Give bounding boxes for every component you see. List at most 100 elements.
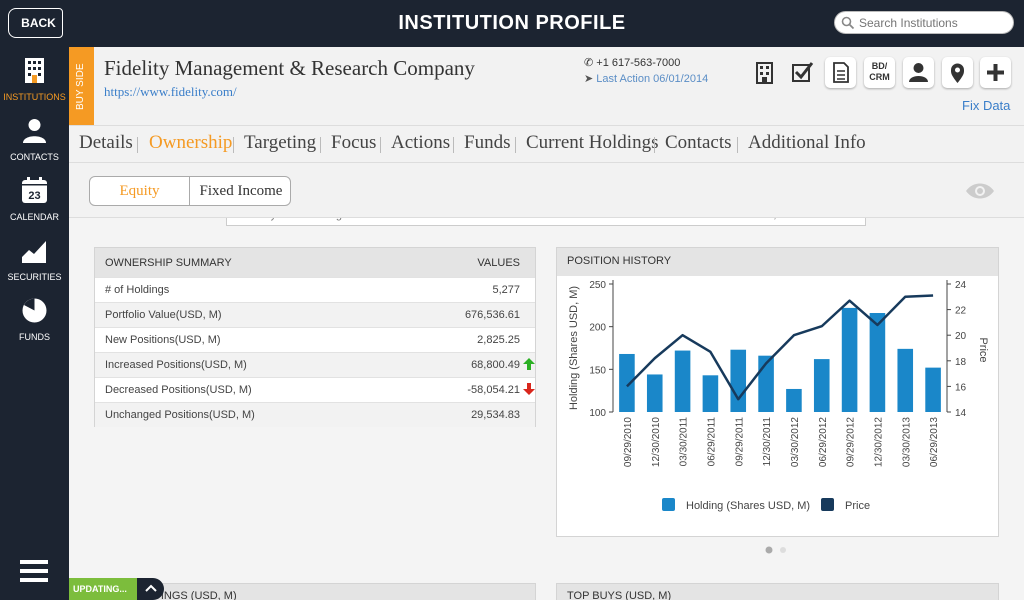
sidebar-item-label: INSTITUTIONS — [3, 92, 66, 102]
bd-crm-button[interactable]: BD/ CRM — [864, 57, 895, 88]
row-label: Increased Positions(USD, M) — [105, 359, 247, 371]
office-building-icon[interactable] — [749, 57, 780, 88]
building-icon — [25, 58, 44, 83]
contacts-group-icon[interactable] — [903, 57, 934, 88]
sidebar-item-institutions[interactable]: INSTITUTIONS — [0, 50, 69, 108]
y-tick-label-left: 100 — [589, 408, 606, 419]
sidebar-item-label: FUNDS — [19, 332, 50, 342]
holding-bar — [674, 350, 691, 412]
tab-divider — [737, 137, 738, 153]
tab-ownership[interactable]: Ownership — [149, 132, 232, 154]
calendar-day: 23 — [28, 190, 40, 202]
tab-divider — [515, 137, 516, 153]
legend-swatch-holding — [662, 498, 675, 511]
x-tick-label: 12/30/2010 — [651, 417, 662, 467]
back-button[interactable]: BACK — [8, 8, 63, 38]
tab-additional-info[interactable]: Additional Info — [748, 132, 866, 154]
tab-divider — [137, 137, 138, 153]
fix-data-link[interactable]: Fix Data — [962, 98, 1010, 113]
y-tick-label-right: 24 — [955, 280, 967, 291]
table-row: Decreased Positions(USD, M) -58,054.21 — [95, 377, 535, 402]
website-link[interactable]: https://www.fidelity.com/ — [104, 84, 237, 100]
x-tick-label: 09/29/2011 — [734, 417, 745, 467]
sidebar: INSTITUTIONS CONTACTS 23 CALENDAR SECURI… — [0, 47, 69, 600]
price-line — [626, 294, 934, 401]
sidebar-item-label: CONTACTS — [10, 152, 59, 162]
page-dot[interactable] — [780, 547, 786, 553]
search-input[interactable] — [859, 14, 1009, 32]
top-buys-title: TOP BUYS (USD, M) — [567, 590, 672, 600]
holding-bar — [869, 313, 886, 412]
send-icon: ➤ — [584, 73, 594, 85]
arrow-down-icon — [523, 383, 535, 395]
y-tick-label-right: 22 — [955, 306, 967, 317]
x-tick-label: 09/29/2012 — [846, 417, 857, 467]
tab-targeting[interactable]: Targeting — [244, 132, 316, 154]
scroll-up-button[interactable] — [137, 578, 164, 600]
legend-label-holding: Holding (Shares USD, M) — [686, 500, 810, 512]
app-root: BACK INSTITUTION PROFILE INSTITUTIONS — [0, 0, 1024, 600]
add-icon[interactable] — [980, 57, 1011, 88]
search-box[interactable] — [834, 11, 1014, 34]
x-tick-label: 03/30/2013 — [901, 417, 912, 467]
sidebar-item-calendar[interactable]: 23 CALENDAR — [0, 170, 69, 228]
y-axis-title-right: Price — [977, 337, 989, 362]
phone-number: ✆ +1 617-563-7000 — [584, 56, 680, 69]
buy-side-badge: BUY SIDE — [69, 47, 94, 125]
table-row: New Positions(USD, M) 2,825.25 — [95, 327, 535, 352]
legend-label-price: Price — [845, 500, 870, 512]
table-row: # of Holdings 5,277 — [95, 277, 535, 302]
row-label: Decreased Positions(USD, M) — [105, 384, 252, 396]
tab-contacts[interactable]: Contacts — [665, 132, 732, 154]
position-history-chart: 100 150 200 250 14 16 18 20 22 24 Holding (Shares … — [568, 280, 989, 512]
tab-focus[interactable]: Focus — [331, 132, 376, 154]
chevron-up-icon — [145, 584, 157, 592]
table-row: Unchanged Positions(USD, M) 29,534.83 — [95, 402, 535, 427]
crm-label: CRM — [869, 72, 890, 82]
row-label: Portfolio Value(USD, M) — [105, 309, 222, 321]
sidebar-item-label: SECURITIES — [7, 272, 62, 282]
checklist-icon[interactable] — [787, 57, 818, 88]
equity-toggle[interactable]: Equity — [90, 177, 190, 205]
holding-bar — [925, 367, 941, 412]
sidebar-item-securities[interactable]: SECURITIES — [0, 230, 69, 288]
ownership-summary-header: OWNERSHIP SUMMARY VALUES — [95, 248, 535, 277]
document-icon[interactable] — [825, 57, 856, 88]
top-buys-card: TOP BUYS (USD, M) — [556, 583, 999, 600]
last-action[interactable]: ➤ Last Action 06/01/2014 — [584, 72, 708, 85]
eye-icon[interactable] — [965, 181, 995, 201]
fixed-income-toggle[interactable]: Fixed Income — [191, 177, 290, 205]
table-row: Increased Positions(USD, M) 68,800.49 — [95, 352, 535, 377]
sidebar-item-contacts[interactable]: CONTACTS — [0, 110, 69, 168]
carousel-pagination[interactable] — [765, 546, 789, 554]
holding-bar — [646, 374, 663, 412]
y-tick-label-left: 250 — [589, 280, 606, 291]
tab-actions[interactable]: Actions — [391, 132, 450, 154]
row-value: 68,800.49 — [471, 359, 520, 371]
x-tick-label: 06/29/2013 — [929, 417, 940, 467]
row-label: New Positions(USD, M) — [105, 334, 221, 346]
tab-divider — [654, 137, 655, 153]
tab-current-holdings[interactable]: Current Holdings — [526, 132, 658, 154]
hamburger-menu-icon[interactable] — [20, 558, 48, 584]
profile-tabs: Details Ownership Targeting Focus Action… — [69, 125, 1024, 163]
phone-icon: ✆ — [584, 57, 594, 69]
tab-divider — [380, 137, 381, 153]
calendar-icon: 23 — [22, 177, 47, 203]
x-tick-label: 03/30/2011 — [679, 417, 690, 467]
area-chart-icon — [22, 241, 46, 263]
holding-bar — [786, 388, 802, 412]
pie-icon — [22, 298, 47, 323]
map-pin-icon[interactable] — [942, 57, 973, 88]
tab-funds[interactable]: Funds — [464, 132, 510, 154]
page-dot-active[interactable] — [765, 546, 773, 554]
y-tick-label-left: 150 — [589, 365, 606, 376]
ownership-summary-table: OWNERSHIP SUMMARY VALUES # of Holdings 5… — [94, 247, 536, 427]
row-value: 676,536.61 — [464, 309, 520, 321]
asset-toggle-bar: Equity Fixed Income — [69, 163, 1024, 218]
x-tick-label: 12/30/2012 — [873, 417, 884, 467]
sidebar-item-funds[interactable]: FUNDS — [0, 290, 69, 348]
last-action-text: Last Action 06/01/2014 — [596, 73, 709, 85]
tab-details[interactable]: Details — [79, 132, 133, 154]
asset-class-toggle: Equity Fixed Income — [89, 176, 291, 206]
